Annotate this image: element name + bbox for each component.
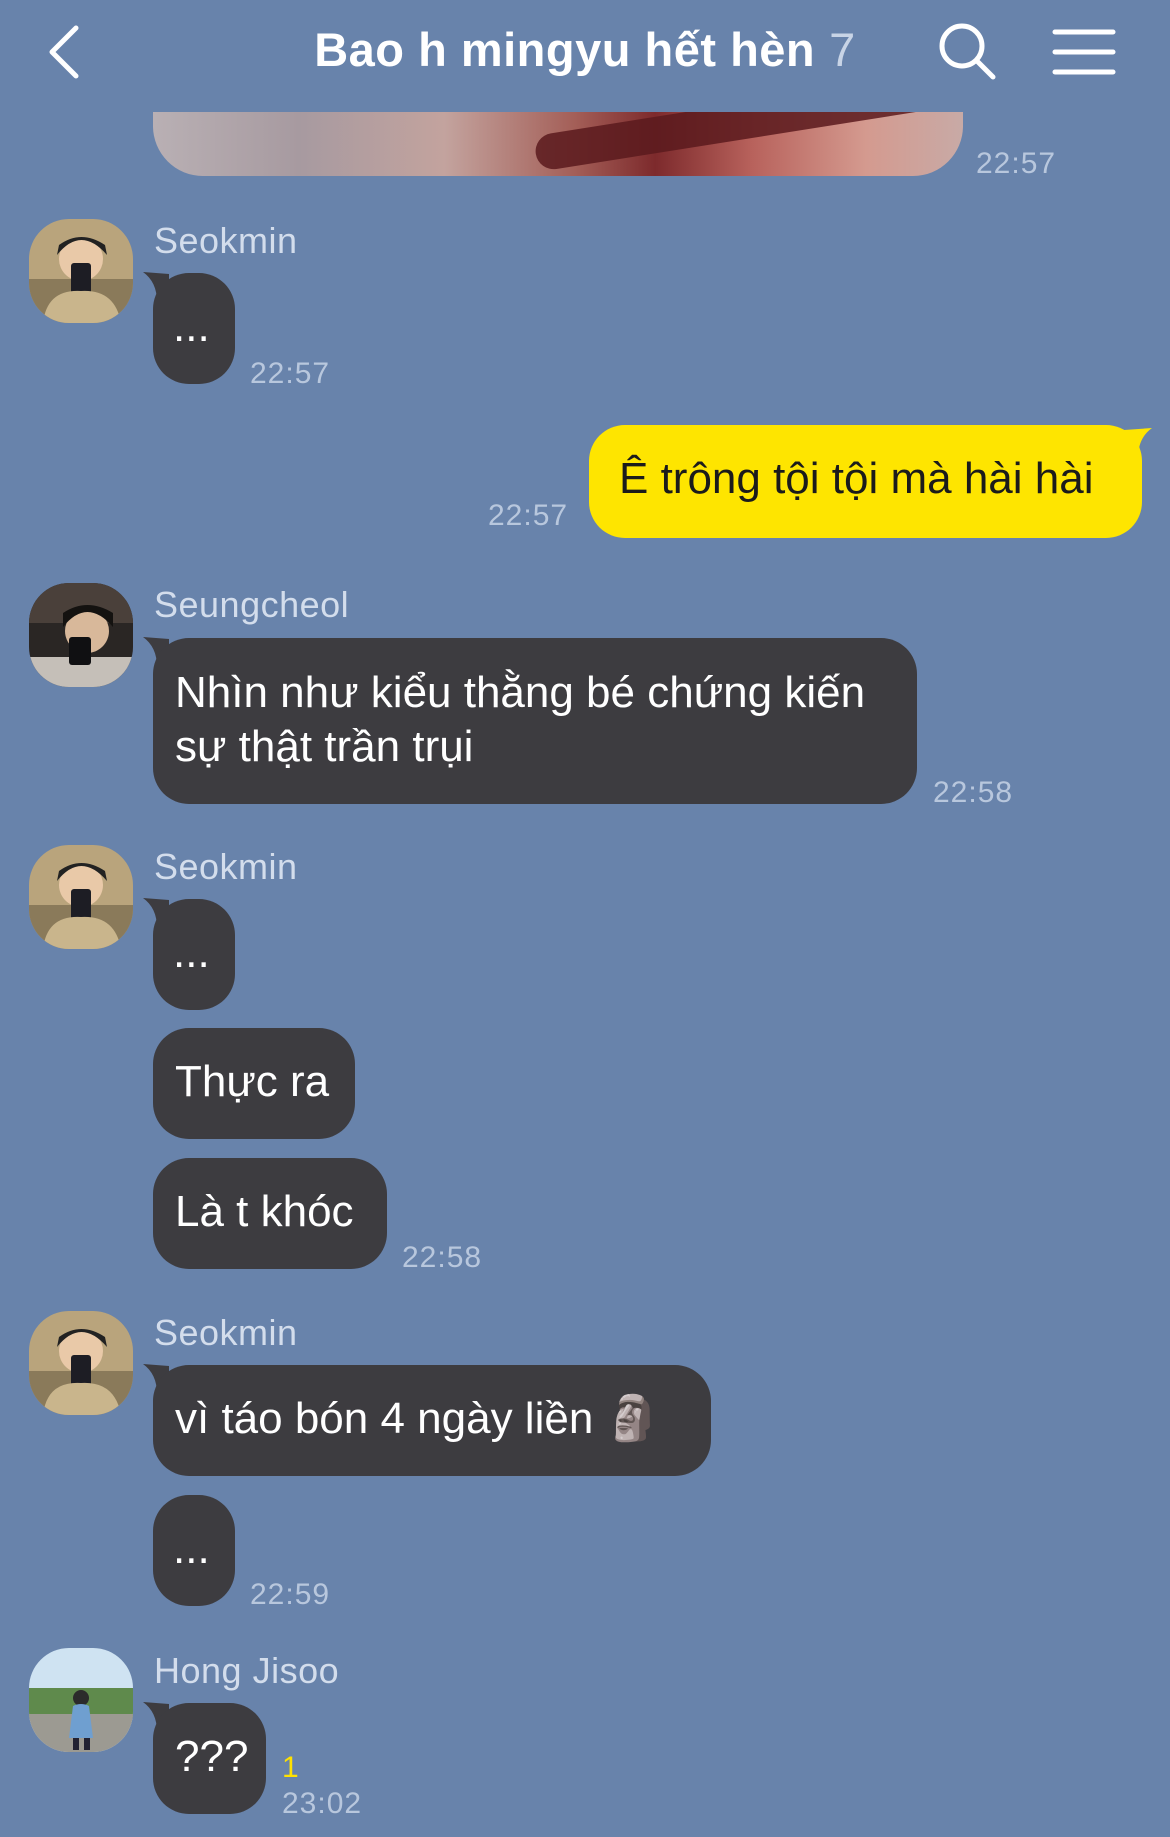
avatar-seungcheol[interactable] — [29, 583, 133, 687]
message-bubble[interactable]: ... — [153, 273, 235, 384]
unread-count: 1 — [282, 1751, 299, 1784]
message-time: 22:57 — [488, 499, 569, 532]
message-bubble[interactable]: Là t khóc — [153, 1158, 387, 1269]
avatar-seokmin[interactable] — [29, 845, 133, 949]
message-bubble[interactable]: ??? — [153, 1703, 266, 1814]
chat-header: Bao h mingyu hết hèn 7 — [0, 0, 1170, 112]
message-time: 22:58 — [933, 776, 1014, 809]
sender-name: Seokmin — [154, 1312, 298, 1353]
avatar-hong-jisoo[interactable] — [29, 1648, 133, 1752]
message-bubble[interactable]: Thực ra — [153, 1028, 355, 1139]
my-message-bubble[interactable]: Ê trông tội tội mà hài hài — [589, 425, 1142, 538]
message-bubble[interactable]: vì táo bón 4 ngày liền 🗿 — [153, 1365, 711, 1476]
bubble-tail — [1124, 428, 1152, 458]
sender-name: Seokmin — [154, 846, 298, 887]
message-bubble[interactable]: ... — [153, 1495, 235, 1606]
sender-name: Seungcheol — [154, 584, 350, 625]
message-time: 22:57 — [976, 147, 1057, 180]
search-icon[interactable] — [936, 20, 998, 82]
message-time: 23:02 — [282, 1787, 363, 1820]
message-time: 22:58 — [402, 1241, 483, 1274]
hamburger-menu-icon[interactable] — [1052, 26, 1116, 78]
message-bubble[interactable]: ... — [153, 899, 235, 1010]
message-time: 22:57 — [250, 357, 331, 390]
message-time: 22:59 — [250, 1578, 331, 1611]
sender-name: Seokmin — [154, 220, 298, 261]
avatar-seokmin[interactable] — [29, 219, 133, 323]
avatar-seokmin[interactable] — [29, 1311, 133, 1415]
chat-room-name: Bao h mingyu hết hèn — [314, 23, 816, 76]
sender-name: Hong Jisoo — [154, 1650, 340, 1691]
message-bubble[interactable]: Nhìn như kiểu thằng bé chứng kiến sự thậ… — [153, 638, 917, 804]
member-count: 7 — [829, 23, 856, 76]
